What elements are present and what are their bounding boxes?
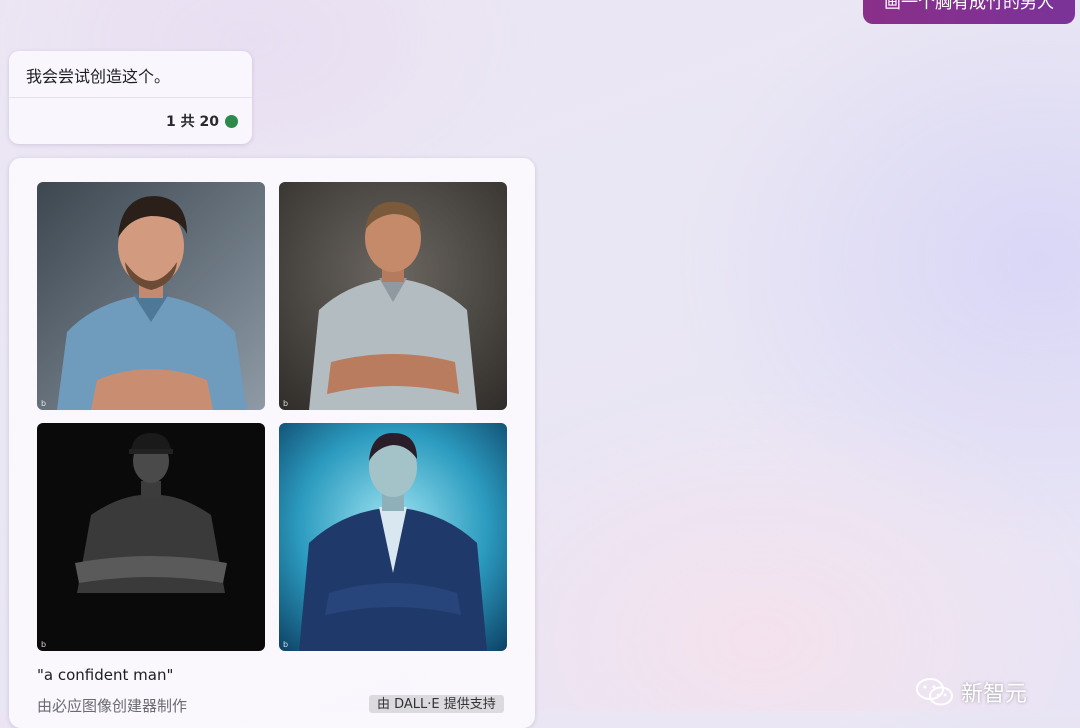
man-portrait-image-3 xyxy=(37,423,265,651)
man-portrait-image-4 xyxy=(279,423,507,651)
image-prompt-text: "a confident man" xyxy=(37,666,174,684)
dalle-badge: 由 DALL·E 提供支持 xyxy=(369,695,504,713)
bing-logo-icon: b xyxy=(41,399,47,408)
bot-message-bubble: 我会尝试创造这个。 1 共 20 xyxy=(9,51,252,144)
generated-image-4[interactable]: b xyxy=(279,423,507,651)
man-portrait-image-1 xyxy=(37,182,265,410)
generated-image-1[interactable]: b xyxy=(37,182,265,410)
turn-counter-text: 1 共 20 xyxy=(166,114,219,130)
bing-logo-icon: b xyxy=(283,640,289,649)
image-result-card: b b b b "a confident man" 由必应图像创建器制作 由 D… xyxy=(9,158,535,728)
watermark-text: 新智元 xyxy=(961,682,1028,707)
wechat-icon xyxy=(916,678,953,706)
user-message-text: 画一个胸有成竹的男人 xyxy=(884,0,1054,13)
bot-message-text: 我会尝试创造这个。 xyxy=(26,67,171,86)
user-message-bubble: 画一个胸有成竹的男人 xyxy=(863,0,1075,24)
man-portrait-image-2 xyxy=(279,182,507,410)
bing-logo-icon: b xyxy=(41,640,47,649)
watermark: 新智元 xyxy=(915,676,1027,708)
status-dot-icon xyxy=(225,114,238,128)
generated-image-3[interactable]: b xyxy=(37,423,265,651)
turn-counter: 1 共 20 xyxy=(166,111,238,131)
creator-credit[interactable]: 由必应图像创建器制作 xyxy=(37,695,187,716)
divider xyxy=(9,97,252,98)
bing-logo-icon: b xyxy=(283,399,289,408)
generated-image-2[interactable]: b xyxy=(279,182,507,410)
